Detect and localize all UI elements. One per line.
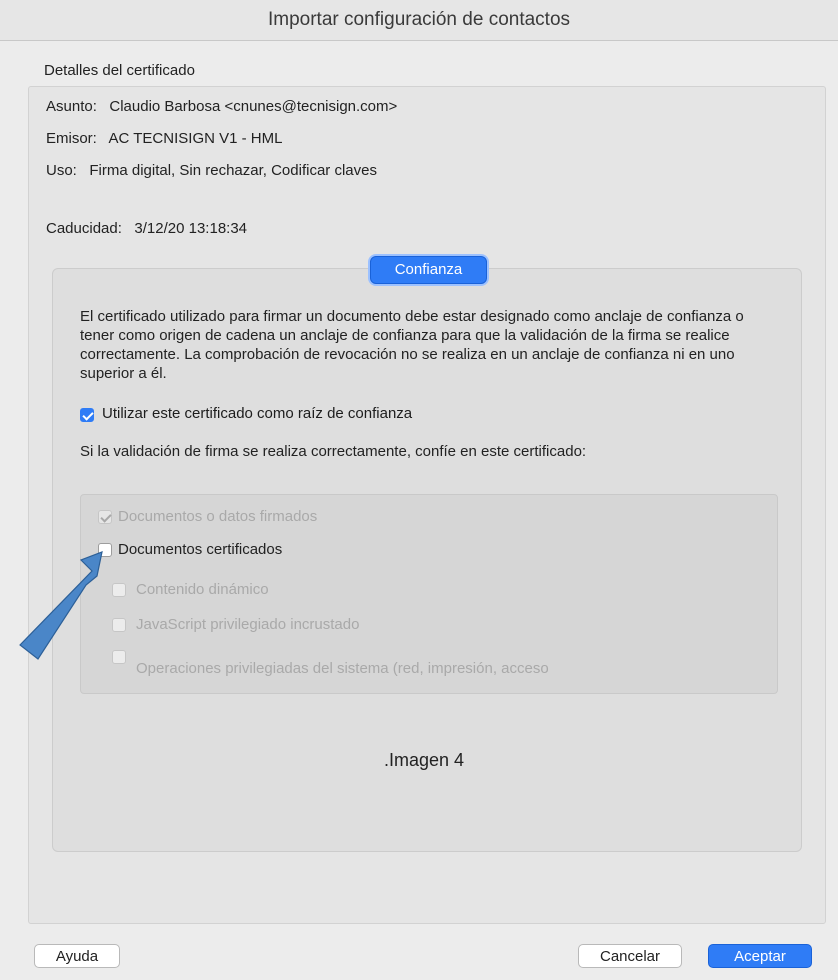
annotation-arrow-icon xyxy=(19,551,103,660)
accept-button[interactable]: Aceptar xyxy=(708,944,812,968)
help-button[interactable]: Ayuda xyxy=(34,944,120,968)
cancel-button[interactable]: Cancelar xyxy=(578,944,682,968)
